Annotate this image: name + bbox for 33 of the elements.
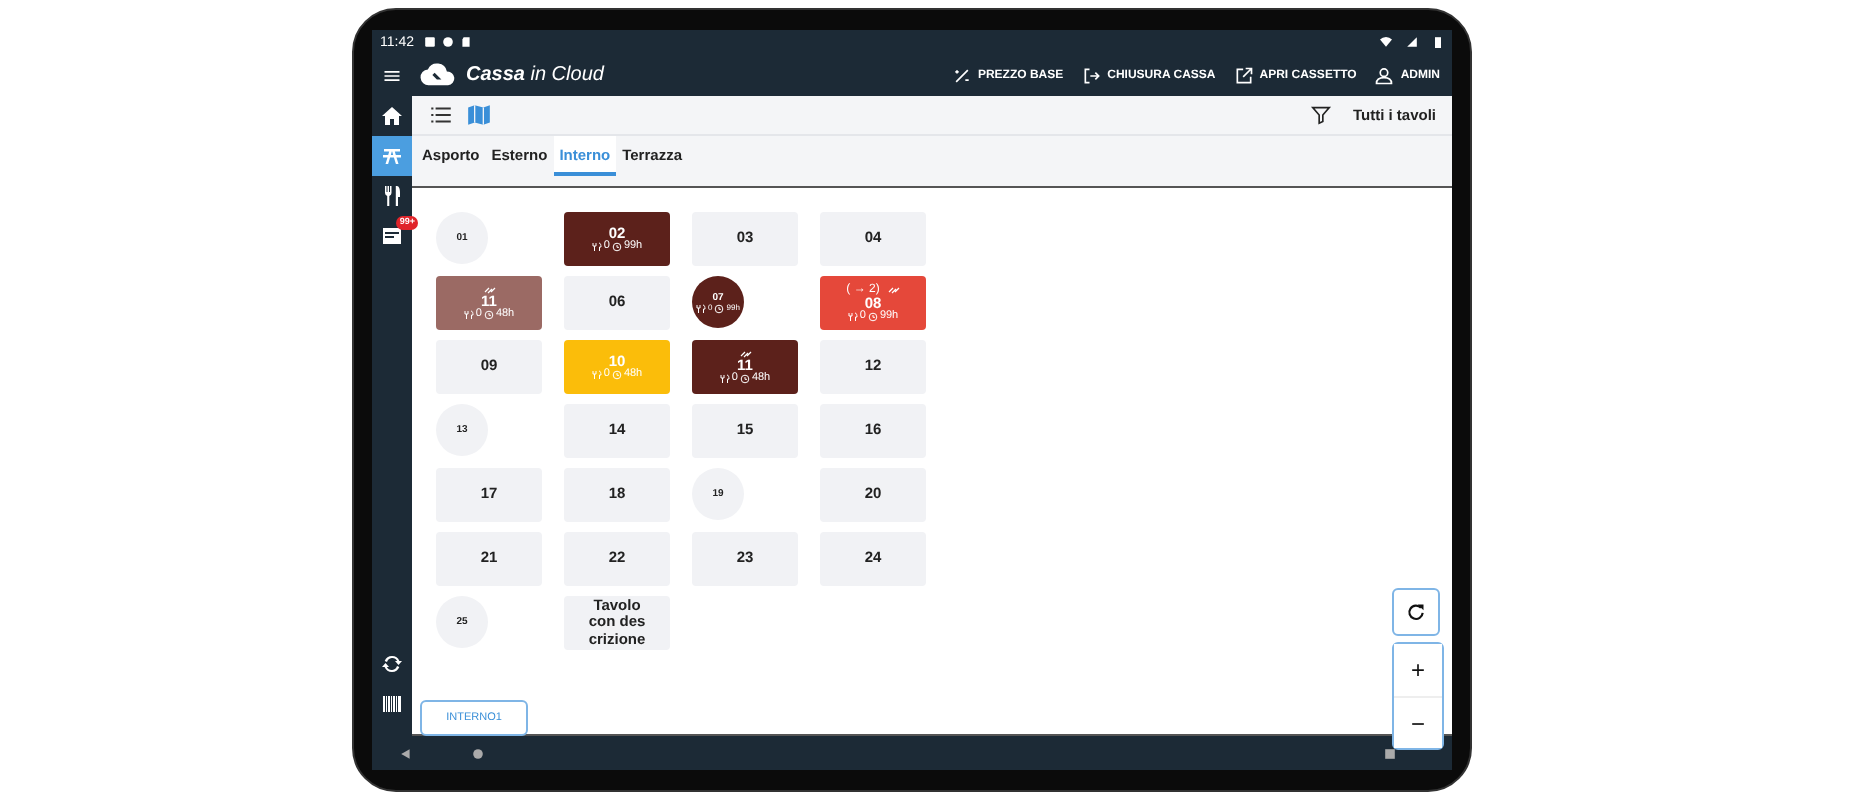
home-icon xyxy=(380,104,404,128)
clock-icon xyxy=(483,310,494,321)
refresh-button[interactable] xyxy=(1392,588,1440,636)
recents-icon[interactable] xyxy=(1384,747,1396,759)
percent-icon xyxy=(951,65,972,85)
view-toggle-button[interactable] xyxy=(428,102,454,128)
battery-icon xyxy=(1432,36,1444,48)
home-icon[interactable] xyxy=(472,747,484,759)
zoom-out-button[interactable]: − xyxy=(1394,696,1442,748)
refresh-icon xyxy=(1406,602,1426,622)
clock-icon xyxy=(611,370,622,381)
list-icon xyxy=(428,102,454,128)
app-logo-text: Cassa in Cloud xyxy=(466,64,604,86)
clock-icon xyxy=(714,303,725,313)
menu-icon[interactable] xyxy=(382,65,402,85)
picnic-table-icon xyxy=(380,144,404,168)
clock-icon xyxy=(739,374,750,385)
sync-icon xyxy=(380,652,404,676)
receipt-icon xyxy=(380,224,404,248)
map-icon xyxy=(466,102,492,128)
user-icon xyxy=(1374,65,1395,85)
clock-icon xyxy=(867,312,878,323)
barcode-icon xyxy=(380,692,404,716)
back-icon[interactable] xyxy=(400,747,412,759)
view-toggle-button[interactable] xyxy=(466,102,492,128)
exit-icon xyxy=(1081,65,1102,85)
wifi-icon xyxy=(1380,36,1392,48)
sd-card-icon xyxy=(460,36,472,48)
external-link-icon xyxy=(1233,65,1254,85)
cloud-logo-icon xyxy=(420,62,456,88)
filter-icon[interactable] xyxy=(1310,104,1333,126)
clock-icon xyxy=(611,242,622,253)
signal-icon xyxy=(1406,36,1418,48)
